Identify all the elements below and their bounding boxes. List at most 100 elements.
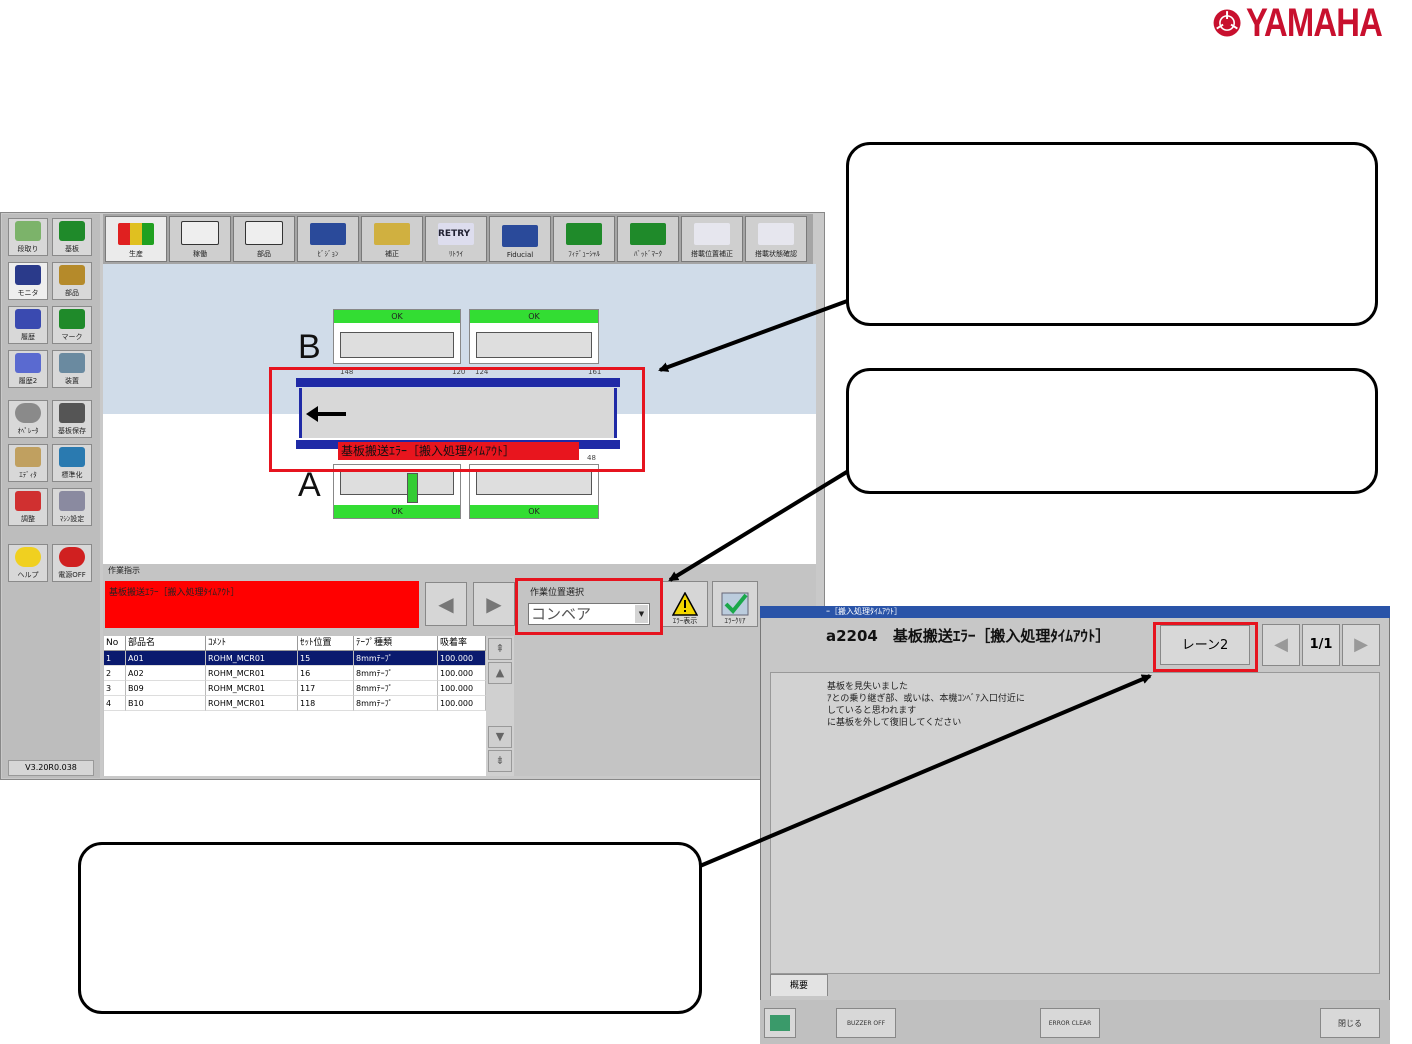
- arrow-right-icon: ▶: [1354, 634, 1368, 655]
- sidebar-standardize-button[interactable]: 標準化: [52, 444, 92, 482]
- table-scrollbar[interactable]: ⇞ ▲ ▼ ⇟: [486, 636, 514, 776]
- dialog-tool-button[interactable]: [764, 1008, 796, 1038]
- tab-label: 搭載位置補正: [691, 250, 733, 258]
- tab-summary[interactable]: 概要: [770, 974, 828, 996]
- lane-b-slot-1[interactable]: OK: [333, 309, 461, 364]
- sidebar-editor-button[interactable]: ｴﾃﾞｨﾀ: [8, 444, 48, 482]
- dialog-next-button[interactable]: ▶: [1342, 624, 1380, 666]
- sidebar-board-button[interactable]: 基板: [52, 218, 92, 256]
- table-row[interactable]: 1 A01 ROHM_MCR01 15 8mmﾃｰﾌﾟ 100.000: [104, 651, 486, 666]
- sidebar-mark-button[interactable]: マーク: [52, 306, 92, 344]
- tab-retry[interactable]: RETRY ﾘﾄﾗｲ: [425, 216, 487, 262]
- left-panel: 段取り 基板 モニタ 部品 履歴 マーク 履歴2 装置 ｵﾍﾟﾚｰﾀ 基板保存 …: [2, 214, 100, 778]
- tab-placement-check[interactable]: 搭載状態確認: [745, 216, 807, 262]
- tab-vision[interactable]: ﾋﾞｼﾞｮﾝ: [297, 216, 359, 262]
- column-header: 部品名: [126, 636, 206, 651]
- camera-icon: [310, 223, 346, 245]
- checkmark-icon: [721, 592, 749, 616]
- dialog-prev-button[interactable]: ◀: [1262, 624, 1300, 666]
- table-cell: A01: [126, 651, 206, 666]
- next-button[interactable]: ▶: [473, 582, 515, 626]
- version-label: V3.20R0.038: [8, 760, 94, 776]
- pencil-icon: [15, 447, 41, 467]
- scroll-bottom-icon[interactable]: ⇟: [488, 750, 512, 772]
- prev-button[interactable]: ◀: [425, 582, 467, 626]
- sidebar-label: 標準化: [61, 471, 83, 479]
- sidebar-power-off-button[interactable]: 電源OFF: [52, 544, 92, 582]
- tab-fiducial-camera[interactable]: Fiducial: [489, 216, 551, 262]
- close-button[interactable]: 閉じる: [1320, 1008, 1380, 1038]
- parts-list-icon: [245, 221, 283, 245]
- table-cell: 4: [104, 696, 126, 711]
- table-cell: ROHM_MCR01: [206, 696, 298, 711]
- lane-a-slot-2[interactable]: OK: [469, 464, 599, 519]
- tab-bad-mark[interactable]: ﾊﾞｯﾄﾞﾏｰｸ: [617, 216, 679, 262]
- sidebar-setup-button[interactable]: 段取り: [8, 218, 48, 256]
- table-cell: 2: [104, 666, 126, 681]
- sidebar-label: モニタ: [17, 289, 39, 297]
- tab-operation-rate[interactable]: 稼働: [169, 216, 231, 262]
- sidebar-history2-button[interactable]: 履歴2: [8, 350, 48, 388]
- table-header: No 部品名 ｺﾒﾝﾄ ｾｯﾄ位置 ﾃｰﾌﾟ種類 吸着率: [104, 636, 486, 651]
- sidebar-help-button[interactable]: ヘルプ: [8, 544, 48, 582]
- table-cell: ROHM_MCR01: [206, 666, 298, 681]
- tab-label: 補正: [385, 250, 399, 258]
- pcb-board: [340, 469, 454, 495]
- table-cell: 15: [298, 651, 354, 666]
- sidebar-label: 装置: [65, 377, 79, 385]
- sidebar-label: 調整: [21, 515, 35, 523]
- bad-mark-icon: [630, 223, 666, 245]
- error-dialog-title: ｰ［搬入処理ﾀｲﾑｱｳﾄ］: [760, 606, 1390, 618]
- mark-icon: [59, 309, 85, 329]
- sidebar-machine-button[interactable]: 装置: [52, 350, 92, 388]
- scroll-up-icon[interactable]: ▲: [488, 662, 512, 684]
- retry-icon: RETRY: [438, 223, 474, 245]
- tab-correction[interactable]: 補正: [361, 216, 423, 262]
- pcb-board: [476, 469, 592, 495]
- tab-label: 部品: [257, 250, 271, 258]
- table-cell: B09: [126, 681, 206, 696]
- sidebar-save-button[interactable]: 基板保存: [52, 400, 92, 438]
- sidebar-label: 電源OFF: [58, 571, 86, 579]
- callout-box-1: [846, 142, 1378, 326]
- parts-icon: [59, 265, 85, 285]
- power-icon: [59, 547, 85, 567]
- error-display-button[interactable]: ｴﾗｰ表示: [662, 581, 708, 627]
- table-row[interactable]: 2 A02 ROHM_MCR01 16 8mmﾃｰﾌﾟ 100.000: [104, 666, 486, 681]
- save-disk-icon: [59, 403, 85, 423]
- table-row[interactable]: 4 B10 ROHM_MCR01 118 8mmﾃｰﾌﾟ 100.000: [104, 696, 486, 711]
- tab-fiducial[interactable]: ﾌｨﾃﾞｭｰｼｬﾙ: [553, 216, 615, 262]
- board-marker: [407, 473, 418, 503]
- top-toolbar: 生産 稼働 部品 ﾋﾞｼﾞｮﾝ 補正 RETRY ﾘﾄﾗｲ Fiducial ﾌｨ…: [103, 214, 813, 264]
- error-clear-button[interactable]: ｴﾗｰｸﾘｱ: [712, 581, 758, 627]
- scroll-down-icon[interactable]: ▼: [488, 726, 512, 748]
- lane-a-slot-1[interactable]: OK: [333, 464, 461, 519]
- sidebar-machine-settings-button[interactable]: ﾏｼﾝ設定: [52, 488, 92, 526]
- scroll-top-icon[interactable]: ⇞: [488, 638, 512, 660]
- sidebar-label: 段取り: [17, 245, 39, 253]
- table-row[interactable]: 3 B09 ROHM_MCR01 117 8mmﾃｰﾌﾟ 100.000: [104, 681, 486, 696]
- tab-production[interactable]: 生産: [105, 216, 167, 262]
- error-message-text: 基板を見失いました ｱとの乗り継ぎ部、或いは、本機ｺﾝﾍﾞｱ入口付近に している…: [827, 682, 1025, 728]
- table-cell: 16: [298, 666, 354, 681]
- work-instruction-text: 基板搬送ｴﾗｰ［搬入処理ﾀｲﾑｱｳﾄ］: [105, 581, 419, 628]
- arrow-left-icon: ◀: [1274, 634, 1288, 655]
- sidebar-monitor-button[interactable]: モニタ: [8, 262, 48, 300]
- sidebar-parts-button[interactable]: 部品: [52, 262, 92, 300]
- tab-placement-correction[interactable]: 搭載位置補正: [681, 216, 743, 262]
- sidebar-adjust-button[interactable]: 調整: [8, 488, 48, 526]
- table-cell: 8mmﾃｰﾌﾟ: [354, 681, 438, 696]
- tab-parts[interactable]: 部品: [233, 216, 295, 262]
- yamaha-logo: YAMAHA: [1212, 0, 1412, 46]
- table-cell: 3: [104, 681, 126, 696]
- sidebar-history-button[interactable]: 履歴: [8, 306, 48, 344]
- lane-b-label: B: [298, 328, 321, 366]
- buzzer-off-button[interactable]: BUZZER OFF: [836, 1008, 896, 1038]
- table-cell: 100.000: [438, 681, 486, 696]
- arrow-right-icon: ▶: [486, 592, 502, 616]
- fiducial-camera-icon: [502, 225, 538, 247]
- error-clear-dialog-button[interactable]: ERROR CLEAR: [1040, 1008, 1100, 1038]
- lane-b-slot-2[interactable]: OK: [469, 309, 599, 364]
- standardize-icon: [59, 447, 85, 467]
- sidebar-operator-button[interactable]: ｵﾍﾟﾚｰﾀ: [8, 400, 48, 438]
